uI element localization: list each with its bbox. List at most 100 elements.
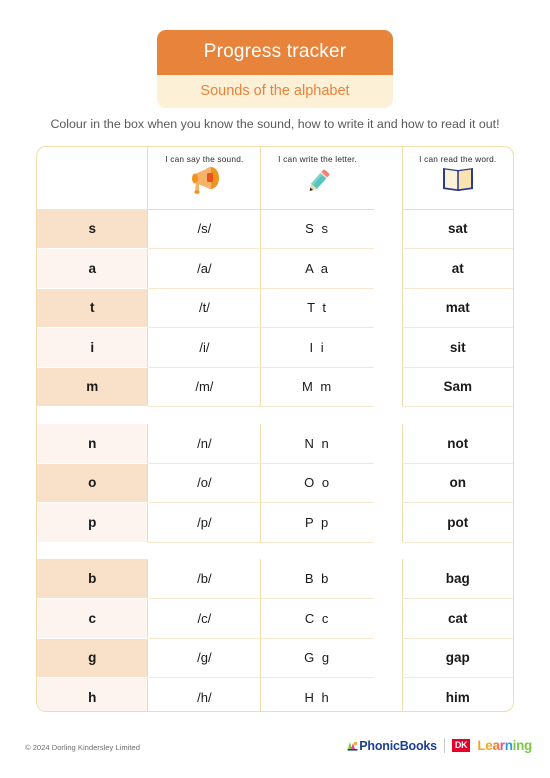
cell-letter[interactable]: b: [37, 559, 149, 599]
cell-write-letter[interactable]: I i: [260, 327, 374, 368]
cell-letter[interactable]: t: [37, 288, 149, 328]
cell-read-word[interactable]: at: [401, 248, 513, 289]
cell-say-sound[interactable]: /b/: [147, 559, 262, 599]
cell-say-sound[interactable]: /p/: [147, 502, 262, 543]
cell-read-word[interactable]: gap: [401, 638, 513, 678]
cell-letter[interactable]: s: [37, 209, 149, 249]
cell-letter[interactable]: m: [37, 367, 149, 407]
cell-write-letter[interactable]: M m: [260, 367, 374, 407]
cell-write-letter[interactable]: T t: [260, 288, 374, 328]
table-row: t/t/T t mat: [37, 288, 513, 328]
progress-grid: I can say the sound. I can write the lett…: [37, 147, 513, 711]
spacer-cell: [37, 406, 148, 424]
cell-write-letter[interactable]: A a: [260, 248, 374, 289]
group-spacer-row: [37, 542, 513, 559]
spacer-cell: [147, 542, 261, 559]
cell-write-letter[interactable]: N n: [260, 423, 374, 464]
table-row: a/a/A a at: [37, 248, 513, 289]
table-row: m/m/M m Sam: [37, 367, 513, 407]
cell-letter[interactable]: i: [37, 327, 149, 368]
cell-read-word[interactable]: him: [401, 677, 513, 711]
cell-letter[interactable]: p: [37, 502, 149, 543]
learning-letter: a: [492, 738, 501, 753]
learning-letter: n: [504, 738, 513, 753]
cell-read-word[interactable]: not: [401, 423, 513, 464]
cell-say-sound[interactable]: /c/: [147, 598, 262, 639]
cell-letter[interactable]: a: [37, 248, 149, 289]
cell-gap: [373, 248, 403, 288]
cell-write-letter[interactable]: G g: [260, 638, 374, 678]
dk-learning-label: Learning: [477, 738, 532, 753]
cell-read-word[interactable]: sit: [401, 327, 513, 368]
pencil-icon: [261, 165, 373, 197]
cell-read-word[interactable]: bag: [401, 559, 513, 599]
cell-read-word[interactable]: mat: [401, 288, 513, 328]
cell-read-word[interactable]: on: [401, 463, 513, 503]
cell-letter[interactable]: o: [37, 463, 149, 503]
phonicbooks-label: PhonicBooks: [359, 738, 437, 753]
cell-say-sound[interactable]: /h/: [147, 677, 262, 711]
table-row: h/h/H h him: [37, 677, 513, 711]
cell-read-word[interactable]: sat: [401, 209, 513, 249]
group-spacer-row: [37, 406, 513, 424]
cell-say-sound[interactable]: /n/: [147, 423, 262, 464]
spacer-cell: [373, 542, 403, 559]
spacer-cell: [260, 406, 374, 424]
cell-write-letter[interactable]: C c: [260, 598, 374, 639]
megaphone-icon: [148, 165, 260, 197]
cell-read-word[interactable]: cat: [401, 598, 513, 639]
cell-letter[interactable]: n: [37, 423, 149, 464]
header-label-say: I can say the sound.: [165, 154, 244, 164]
spacer-cell: [260, 542, 374, 559]
table-row: c/c/C c cat: [37, 598, 513, 639]
cell-say-sound[interactable]: /g/: [147, 638, 262, 678]
header-cell-read: I can read the word.: [401, 147, 513, 210]
table-row: g/g/G g gap: [37, 638, 513, 678]
table-header-row: I can say the sound. I can write the lett…: [37, 147, 513, 210]
cell-gap: [373, 502, 403, 542]
cell-gap: [373, 559, 403, 599]
logo-group: PhonicBooks DK Learning: [347, 738, 532, 753]
progress-table: I can say the sound. I can write the lett…: [36, 146, 514, 712]
cell-letter[interactable]: h: [37, 677, 149, 711]
learning-letter: e: [485, 738, 493, 753]
cell-write-letter[interactable]: S s: [260, 209, 374, 249]
cell-gap: [373, 638, 403, 678]
cell-letter[interactable]: g: [37, 638, 149, 678]
spacer-cell: [147, 406, 261, 424]
header-label-read: I can read the word.: [419, 154, 497, 164]
logo-divider: [443, 738, 445, 753]
cell-say-sound[interactable]: /o/: [147, 463, 262, 503]
cell-gap: [373, 327, 403, 367]
spacer-cell: [37, 542, 148, 559]
spacer-cell: [402, 542, 513, 559]
cell-read-word[interactable]: pot: [401, 502, 513, 543]
cell-write-letter[interactable]: P p: [260, 502, 374, 543]
cell-write-letter[interactable]: B b: [260, 559, 374, 599]
cell-say-sound[interactable]: /m/: [147, 367, 262, 407]
cell-write-letter[interactable]: O o: [260, 463, 374, 503]
cell-say-sound[interactable]: /i/: [147, 327, 262, 368]
header-cell-gap: [374, 147, 402, 209]
worksheet-page: Progress tracker Sounds of the alphabet …: [0, 0, 550, 778]
table-row: b/b/B b bag: [37, 559, 513, 599]
cell-say-sound[interactable]: /t/: [147, 288, 262, 328]
cell-say-sound[interactable]: /s/: [147, 209, 262, 249]
phonicbooks-logo: PhonicBooks: [347, 739, 437, 753]
phonicbooks-mark-icon: [347, 740, 358, 752]
header-cell-say: I can say the sound.: [147, 147, 262, 210]
cell-write-letter[interactable]: H h: [260, 677, 374, 711]
header-cell-write: I can write the letter.: [260, 147, 374, 210]
cell-gap: [373, 423, 403, 463]
copyright-text: © 2024 Dorling Kindersley Limited: [25, 743, 140, 752]
table-row: n/n/N n not: [37, 423, 513, 464]
cell-gap: [373, 598, 403, 638]
page-subtitle: Sounds of the alphabet: [157, 75, 393, 108]
cell-read-word[interactable]: Sam: [401, 367, 513, 407]
cell-letter[interactable]: c: [37, 598, 149, 639]
instruction-text: Colour in the box when you know the soun…: [50, 117, 500, 131]
cell-gap: [373, 677, 403, 711]
cell-say-sound[interactable]: /a/: [147, 248, 262, 289]
cell-gap: [373, 288, 403, 328]
spacer-cell: [373, 406, 403, 424]
